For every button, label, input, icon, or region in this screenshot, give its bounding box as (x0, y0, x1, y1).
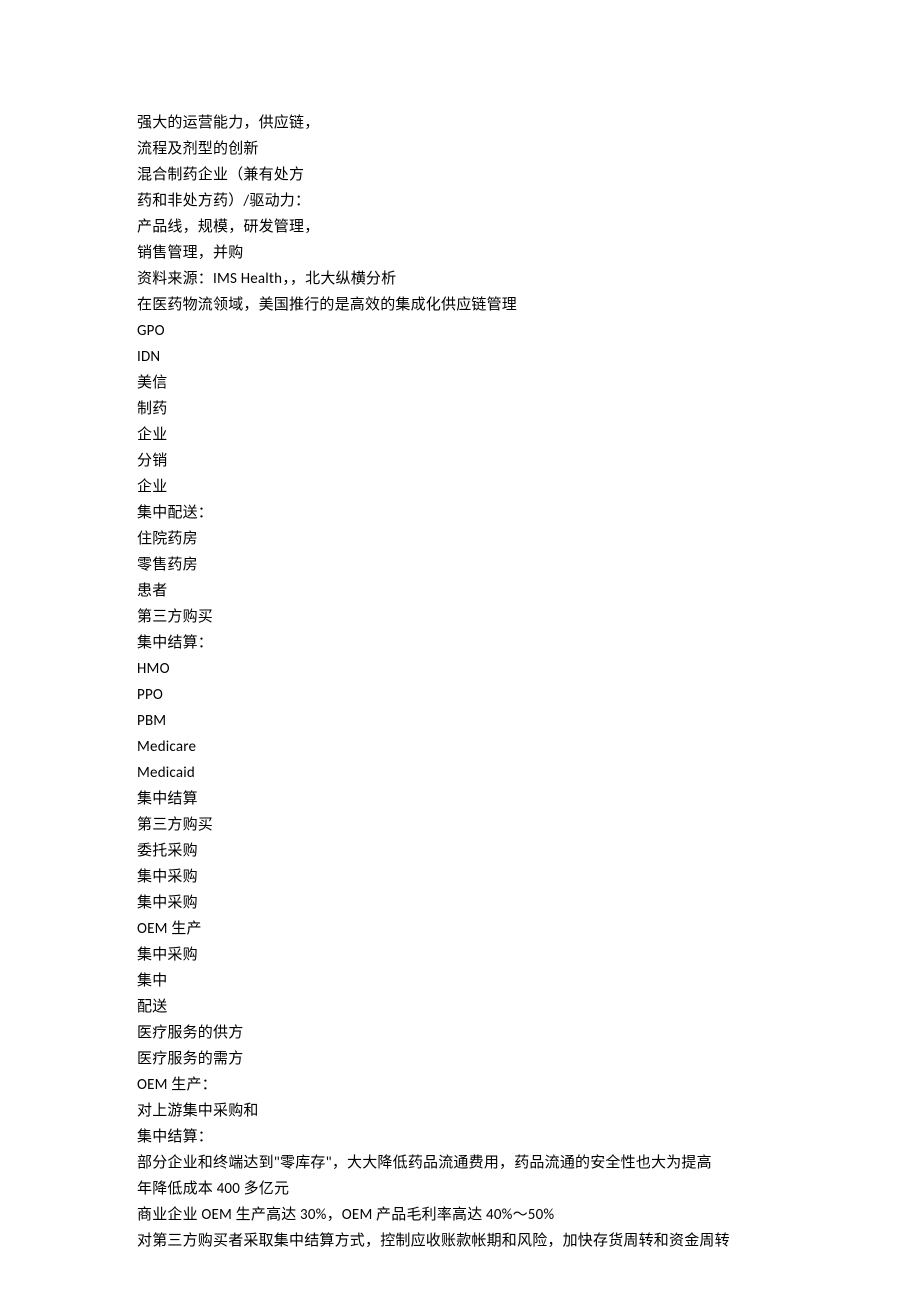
text-line: 药和非处方药）/驱动力： (137, 188, 920, 214)
text-line: 住院药房 (137, 526, 920, 552)
text-line: Medicare (137, 734, 920, 760)
text-line: 零售药房 (137, 552, 920, 578)
text-line: OEM 生产： (137, 1072, 920, 1098)
text-line: 第三方购买 (137, 812, 920, 838)
text-line: 集中配送： (137, 500, 920, 526)
text-line: 企业 (137, 474, 920, 500)
text-line: 企业 (137, 422, 920, 448)
text-line: 混合制药企业（兼有处方 (137, 162, 920, 188)
text-line: 患者 (137, 578, 920, 604)
text-line: 美信 (137, 370, 920, 396)
text-line: 集中采购 (137, 942, 920, 968)
text-line: 委托采购 (137, 838, 920, 864)
text-line: 集中采购 (137, 890, 920, 916)
document-body: 强大的运营能力，供应链， 流程及剂型的创新 混合制药企业（兼有处方 药和非处方药… (0, 0, 920, 1254)
text-line: 分销 (137, 448, 920, 474)
text-line: 部分企业和终端达到"零库存"，大大降低药品流通费用，药品流通的安全性也大为提高 (137, 1150, 920, 1176)
text-line: 销售管理，并购 (137, 240, 920, 266)
text-line: GPO (137, 318, 920, 344)
text-line: 医疗服务的供方 (137, 1020, 920, 1046)
text-line: HMO (137, 656, 920, 682)
text-line: 制药 (137, 396, 920, 422)
text-line: OEM 生产 (137, 916, 920, 942)
text-line: 集中结算： (137, 1124, 920, 1150)
text-line: Medicaid (137, 760, 920, 786)
text-line: 医疗服务的需方 (137, 1046, 920, 1072)
text-line: 年降低成本 400 多亿元 (137, 1176, 920, 1202)
text-line: 第三方购买 (137, 604, 920, 630)
text-line: 集中结算： (137, 630, 920, 656)
text-line: 集中 (137, 968, 920, 994)
text-line: 产品线，规模，研发管理， (137, 214, 920, 240)
text-line: 强大的运营能力，供应链， (137, 110, 920, 136)
text-line: PPO (137, 682, 920, 708)
text-line: 集中采购 (137, 864, 920, 890)
text-line: 集中结算 (137, 786, 920, 812)
text-line: 在医药物流领域，美国推行的是高效的集成化供应链管理 (137, 292, 920, 318)
text-line: 流程及剂型的创新 (137, 136, 920, 162)
text-line: 对第三方购买者采取集中结算方式，控制应收账款帐期和风险，加快存货周转和资金周转 (137, 1228, 920, 1254)
text-line: 配送 (137, 994, 920, 1020)
text-line: 对上游集中采购和 (137, 1098, 920, 1124)
text-line: 商业企业 OEM 生产高达 30%，OEM 产品毛利率高达 40%～50% (137, 1202, 920, 1228)
text-line: PBM (137, 708, 920, 734)
text-line: 资料来源：IMS Health，，北大纵横分析 (137, 266, 920, 292)
text-line: IDN (137, 344, 920, 370)
